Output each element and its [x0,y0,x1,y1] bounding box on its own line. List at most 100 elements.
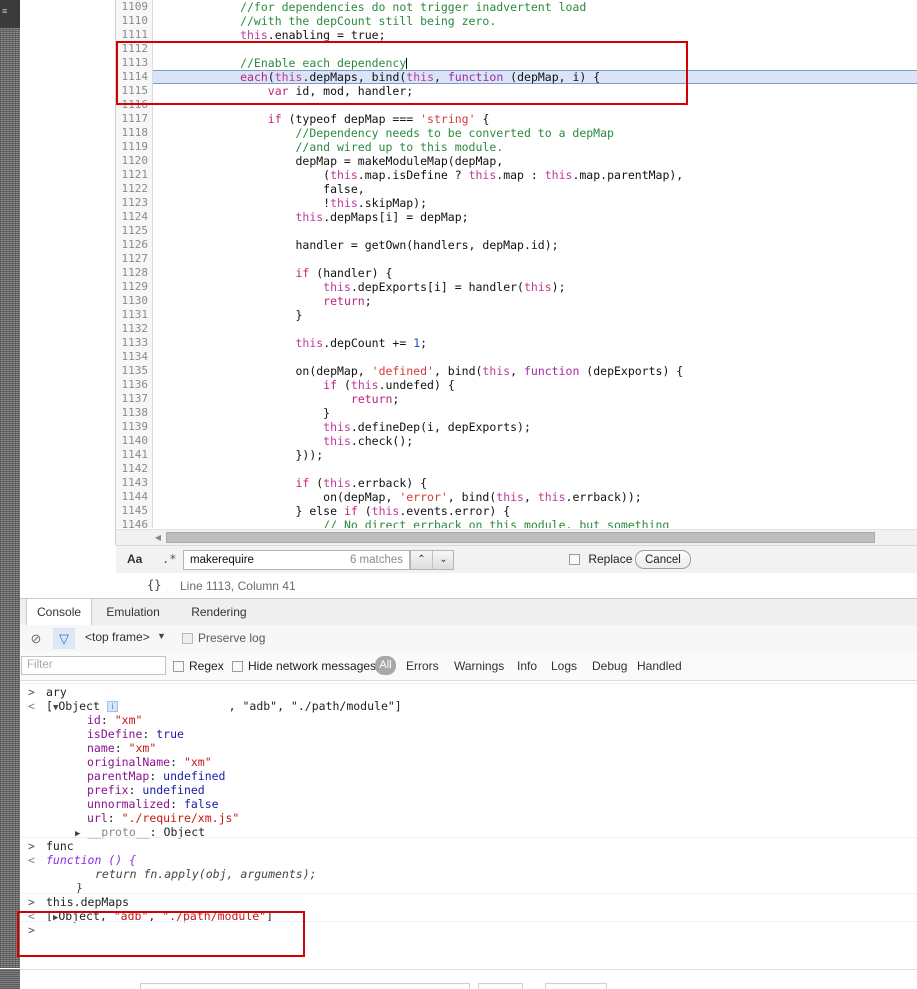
line-number[interactable]: 1126 [116,238,152,252]
bottom-widget-c[interactable] [545,983,607,989]
cancel-button[interactable]: Cancel [635,550,691,569]
line-number[interactable]: 1128 [116,266,152,280]
line-number[interactable]: 1111 [116,28,152,42]
code-line[interactable]: this.defineDep(i, depExports); [153,420,917,434]
line-number[interactable]: 1127 [116,252,152,266]
code-line[interactable]: })); [153,448,917,462]
line-number[interactable]: 1109 [116,0,152,14]
line-number[interactable]: 1125 [116,224,152,238]
pretty-print-icon[interactable]: {} [147,578,161,592]
code-line[interactable]: (this.map.isDefine ? this.map : this.map… [153,168,917,182]
code-line[interactable] [153,322,917,336]
code-line[interactable]: } [153,308,917,322]
line-number[interactable]: 1119 [116,140,152,154]
code-line[interactable]: depMap = makeModuleMap(depMap, [153,154,917,168]
find-next-button[interactable]: ⌄ [433,551,454,569]
line-number[interactable]: 1121 [116,168,152,182]
level-filter-warnings[interactable]: Warnings [454,659,504,673]
code-content[interactable]: //for dependencies do not trigger inadve… [153,0,917,528]
info-icon[interactable]: i [106,701,118,712]
match-case-icon[interactable]: Aa [127,552,142,566]
code-line[interactable]: if (typeof depMap === 'string' { [153,112,917,126]
level-filter-handled[interactable]: Handled [637,659,682,673]
line-number[interactable]: 1139 [116,420,152,434]
code-line[interactable]: return; [153,392,917,406]
line-number[interactable]: 1142 [116,462,152,476]
hide-network-toggle[interactable]: Hide network messages [232,659,376,673]
execution-context-selector[interactable]: <top frame> [85,630,150,644]
code-line[interactable] [153,98,917,112]
line-number[interactable]: 1138 [116,406,152,420]
find-previous-button[interactable]: ⌃ [411,551,433,569]
code-line[interactable]: if (handler) { [153,266,917,280]
code-line[interactable]: // No direct errback on this module, but… [153,518,917,528]
chevron-down-icon[interactable]: ▼ [157,631,166,641]
code-line[interactable]: return; [153,294,917,308]
line-number[interactable]: 1115 [116,84,152,98]
code-line[interactable]: //and wired up to this module. [153,140,917,154]
tab-emulation[interactable]: Emulation [96,599,169,626]
code-line[interactable] [153,224,917,238]
regex-checkbox[interactable] [173,661,184,672]
line-number[interactable]: 1141 [116,448,152,462]
code-line[interactable]: } [153,406,917,420]
code-line[interactable]: on(depMap, 'error', bind(this, this.errb… [153,490,917,504]
level-filter-all[interactable]: All [375,656,396,675]
scrollbar-thumb[interactable] [166,532,875,543]
code-line[interactable]: on(depMap, 'defined', bind(this, functio… [153,364,917,378]
line-number[interactable]: 1113 [116,56,152,70]
line-number[interactable]: 1123 [116,196,152,210]
code-line[interactable]: if (this.errback) { [153,476,917,490]
code-line[interactable]: false, [153,182,917,196]
filter-icon[interactable]: ▽ [53,628,75,649]
code-line[interactable] [153,252,917,266]
source-code-editor[interactable]: 1109 1110 1111 1112 1113 1114 1115 1116 1117 1118… [116,0,917,528]
line-number[interactable]: 1135 [116,364,152,378]
code-line[interactable]: } else if (this.events.error) { [153,504,917,518]
level-filter-logs[interactable]: Logs [551,659,577,673]
line-number[interactable]: 1120 [116,154,152,168]
code-line[interactable]: each(this.depMaps, bind(this, function (… [153,70,917,84]
line-number[interactable]: 1130 [116,294,152,308]
code-line[interactable]: this.enabling = true; [153,28,917,42]
preserve-log-checkbox[interactable] [182,633,193,644]
line-number[interactable]: 1140 [116,434,152,448]
line-number[interactable]: 1136 [116,378,152,392]
tab-rendering[interactable]: Rendering [181,599,256,626]
editor-horizontal-scrollbar[interactable]: ◀ [116,529,917,545]
code-line[interactable]: //Dependency needs to be converted to a … [153,126,917,140]
bottom-widget-a[interactable] [140,983,470,989]
line-number[interactable]: 1134 [116,350,152,364]
code-line[interactable]: if (this.undefed) { [153,378,917,392]
line-number[interactable]: 1112 [116,42,152,56]
line-number[interactable]: 1124 [116,210,152,224]
line-number[interactable]: 1122 [116,182,152,196]
line-number[interactable]: 1143 [116,476,152,490]
line-number[interactable]: 1110 [116,14,152,28]
code-line[interactable]: this.depExports[i] = handler(this); [153,280,917,294]
replace-checkbox[interactable] [569,554,580,565]
line-number[interactable]: 1144 [116,490,152,504]
line-number[interactable]: 1146 [116,518,152,528]
hide-network-checkbox[interactable] [232,661,243,672]
replace-toggle[interactable]: Replace [569,552,632,566]
code-line[interactable] [153,42,917,56]
code-line[interactable]: this.depMaps[i] = depMap; [153,210,917,224]
clear-console-icon[interactable]: ⊘ [25,628,47,649]
code-line[interactable]: //Enable each dependency [153,56,917,70]
code-line[interactable]: var id, mod, handler; [153,84,917,98]
code-line[interactable]: this.depCount += 1; [153,336,917,350]
code-line[interactable]: !this.skipMap); [153,196,917,210]
code-line[interactable]: //with the depCount still being zero. [153,14,917,28]
level-filter-errors[interactable]: Errors [406,659,439,673]
code-line[interactable]: this.check(); [153,434,917,448]
console-output[interactable]: > ary < [▼Object i , "adb", "./path/module"… [20,681,917,969]
line-number[interactable]: 1131 [116,308,152,322]
line-number[interactable]: 1133 [116,336,152,350]
regex-icon[interactable]: .* [162,552,176,566]
preserve-log-toggle[interactable]: Preserve log [182,631,265,645]
bottom-widget-b[interactable] [478,983,523,989]
code-line[interactable] [153,350,917,364]
level-filter-info[interactable]: Info [517,659,537,673]
line-number[interactable]: 1116 [116,98,152,112]
